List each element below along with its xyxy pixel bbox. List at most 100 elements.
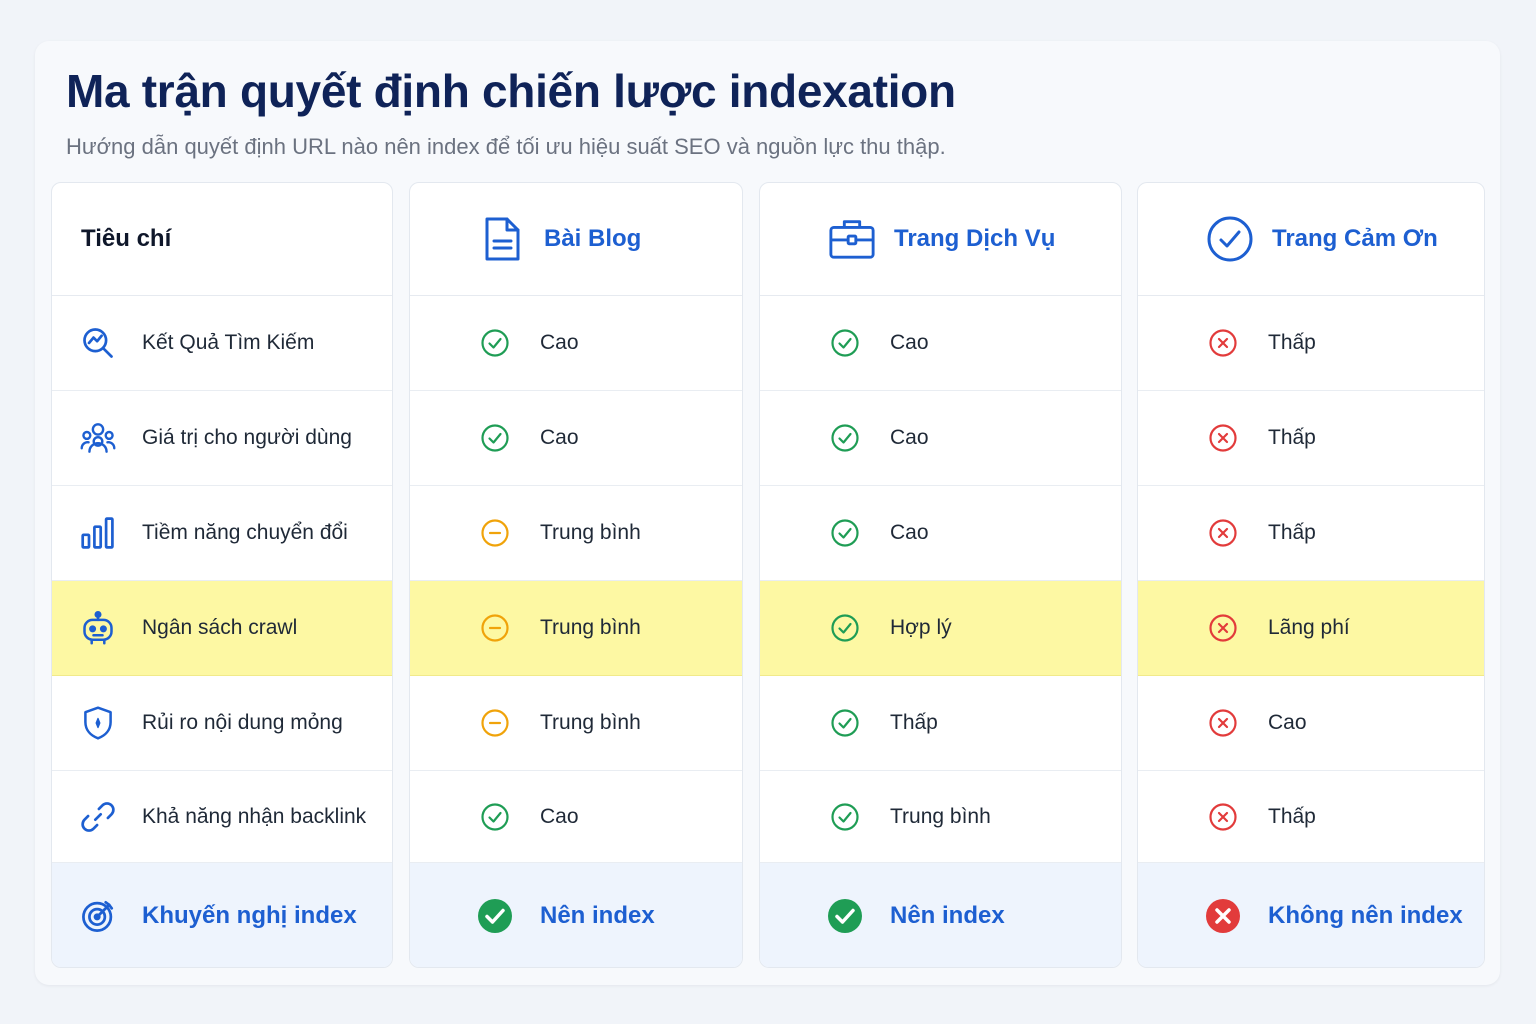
table-cell: Cao bbox=[760, 486, 1121, 581]
check-circle-icon bbox=[827, 799, 863, 835]
cell-value: Thấp bbox=[1268, 521, 1316, 544]
cell-value: Cao bbox=[890, 426, 929, 449]
criteria-label: Ngân sách crawl bbox=[142, 616, 298, 639]
column-header-label: Trang Dịch Vụ bbox=[894, 225, 1056, 252]
cell-value: Trung bình bbox=[890, 804, 991, 828]
recommendation-label: Không nên index bbox=[1268, 901, 1463, 929]
check-circle-icon bbox=[477, 420, 513, 456]
table-cell: Cao bbox=[1138, 676, 1484, 771]
check-circle-icon bbox=[827, 705, 863, 741]
robot-icon bbox=[80, 610, 116, 646]
criteria-label: Giá trị cho người dùng bbox=[142, 426, 352, 449]
x-circle-icon bbox=[1205, 610, 1241, 646]
table-cell: Thấp bbox=[1138, 771, 1484, 863]
cell-value: Hợp lý bbox=[890, 616, 952, 639]
table-cell: Trung bình bbox=[760, 771, 1121, 863]
check-circle-icon bbox=[827, 610, 863, 646]
column-service: Trang Dịch Vụ Cao Cao Cao Hợp lý Thấp Trung b… bbox=[759, 182, 1122, 968]
minus-circle-icon bbox=[477, 515, 513, 551]
check-circle-icon bbox=[827, 420, 863, 456]
cell-value: Thấp bbox=[890, 711, 938, 734]
criteria-label: Tiềm năng chuyển đổi bbox=[142, 521, 348, 544]
recommendation-label: Nên index bbox=[540, 901, 655, 929]
shield-icon bbox=[80, 705, 116, 741]
cell-value: Cao bbox=[890, 331, 929, 354]
column-rows: Cao Cao Trung bình Trung bình Trung bình Cao N… bbox=[410, 296, 742, 967]
table-cell: Thấp bbox=[1138, 296, 1484, 391]
table-cell: Hợp lý bbox=[760, 581, 1121, 676]
users-icon bbox=[80, 420, 116, 456]
column-header: Bài Blog bbox=[410, 183, 742, 296]
x-circle-icon bbox=[1205, 705, 1241, 741]
search-chart-icon bbox=[80, 325, 116, 361]
recommendation-cell: Nên index bbox=[410, 863, 742, 967]
criteria-label: Khả năng nhận backlink bbox=[142, 804, 367, 828]
x-circle-icon bbox=[1205, 799, 1241, 835]
page-subtitle: Hướng dẫn quyết định URL nào nên index đ… bbox=[66, 134, 946, 159]
check-circle-icon bbox=[827, 325, 863, 361]
x-circle-icon bbox=[1205, 515, 1241, 551]
criteria-header-label: Tiêu chí bbox=[81, 225, 172, 252]
cell-value: Cao bbox=[540, 331, 579, 354]
column-thankyou: Trang Cảm Ơn Thấp Thấp Thấp Lãng phí Cao Thấp… bbox=[1137, 182, 1485, 968]
criteria-rows: Kết Quả Tìm Kiếm Giá trị cho người dùng Ti… bbox=[52, 296, 392, 967]
column-header-label: Bài Blog bbox=[544, 225, 642, 252]
target-icon bbox=[80, 898, 116, 934]
check-circle-icon bbox=[477, 325, 513, 361]
x-circle-icon bbox=[1205, 325, 1241, 361]
table-cell: Thấp bbox=[760, 676, 1121, 771]
column-header: Trang Dịch Vụ bbox=[760, 183, 1121, 296]
minus-circle-icon bbox=[477, 705, 513, 741]
column-blog: Bài Blog Cao Cao Trung bình Trung bình Trung… bbox=[409, 182, 743, 968]
check-circle-icon bbox=[1206, 215, 1254, 263]
cell-value: Thấp bbox=[1268, 804, 1316, 828]
cell-value: Trung bình bbox=[540, 616, 641, 639]
criteria-column: Tiêu chí Kết Quả Tìm Kiếm Giá trị cho ngư… bbox=[51, 182, 393, 968]
column-header-label: Trang Cảm Ơn bbox=[1272, 225, 1438, 252]
table-cell: Trung bình bbox=[410, 581, 742, 676]
cell-value: Lãng phí bbox=[1268, 616, 1350, 639]
criteria-label: Kết Quả Tìm Kiếm bbox=[142, 331, 315, 354]
recommendation-label: Nên index bbox=[890, 901, 1005, 929]
check-circle-icon bbox=[477, 898, 513, 934]
table-cell: Lãng phí bbox=[1138, 581, 1484, 676]
table-cell: Trung bình bbox=[410, 676, 742, 771]
table-cell: Cao bbox=[410, 391, 742, 486]
column-header: Trang Cảm Ơn bbox=[1138, 183, 1484, 296]
table-cell: Trung bình bbox=[410, 486, 742, 581]
table-cell: Thấp bbox=[1138, 391, 1484, 486]
criteria-label: Khuyến nghị index bbox=[142, 901, 357, 929]
check-circle-icon bbox=[477, 799, 513, 835]
recommendation-cell: Nên index bbox=[760, 863, 1121, 967]
cell-value: Thấp bbox=[1268, 331, 1316, 354]
table-cell: Cao bbox=[410, 771, 742, 863]
briefcase-icon bbox=[828, 215, 876, 263]
criteria-row: Tiềm năng chuyển đổi bbox=[52, 486, 392, 581]
cell-value: Cao bbox=[1268, 711, 1307, 734]
criteria-row: Khả năng nhận backlink bbox=[52, 771, 392, 863]
document-icon bbox=[478, 215, 526, 263]
criteria-header: Tiêu chí bbox=[52, 183, 392, 296]
page-title: Ma trận quyết định chiến lược indexation bbox=[66, 65, 956, 117]
table-cell: Cao bbox=[410, 296, 742, 391]
criteria-row: Rủi ro nội dung mỏng bbox=[52, 676, 392, 771]
x-circle-icon bbox=[1205, 420, 1241, 456]
link-icon bbox=[80, 799, 116, 835]
column-rows: Thấp Thấp Thấp Lãng phí Cao Thấp Không nên ind… bbox=[1138, 296, 1484, 967]
cell-value: Trung bình bbox=[540, 521, 641, 544]
cell-value: Cao bbox=[890, 521, 929, 544]
bar-chart-icon bbox=[80, 515, 116, 551]
minus-circle-icon bbox=[477, 610, 513, 646]
criteria-row: Giá trị cho người dùng bbox=[52, 391, 392, 486]
table-cell: Thấp bbox=[1138, 486, 1484, 581]
recommendation-cell: Không nên index bbox=[1138, 863, 1484, 967]
criteria-label: Rủi ro nội dung mỏng bbox=[142, 711, 343, 734]
cell-value: Trung bình bbox=[540, 711, 641, 734]
check-circle-icon bbox=[827, 515, 863, 551]
criteria-row: Kết Quả Tìm Kiếm bbox=[52, 296, 392, 391]
check-circle-icon bbox=[827, 898, 863, 934]
criteria-row: Ngân sách crawl bbox=[52, 581, 392, 676]
cell-value: Cao bbox=[540, 804, 579, 828]
column-rows: Cao Cao Cao Hợp lý Thấp Trung bình Nên index bbox=[760, 296, 1121, 967]
cell-value: Cao bbox=[540, 426, 579, 449]
